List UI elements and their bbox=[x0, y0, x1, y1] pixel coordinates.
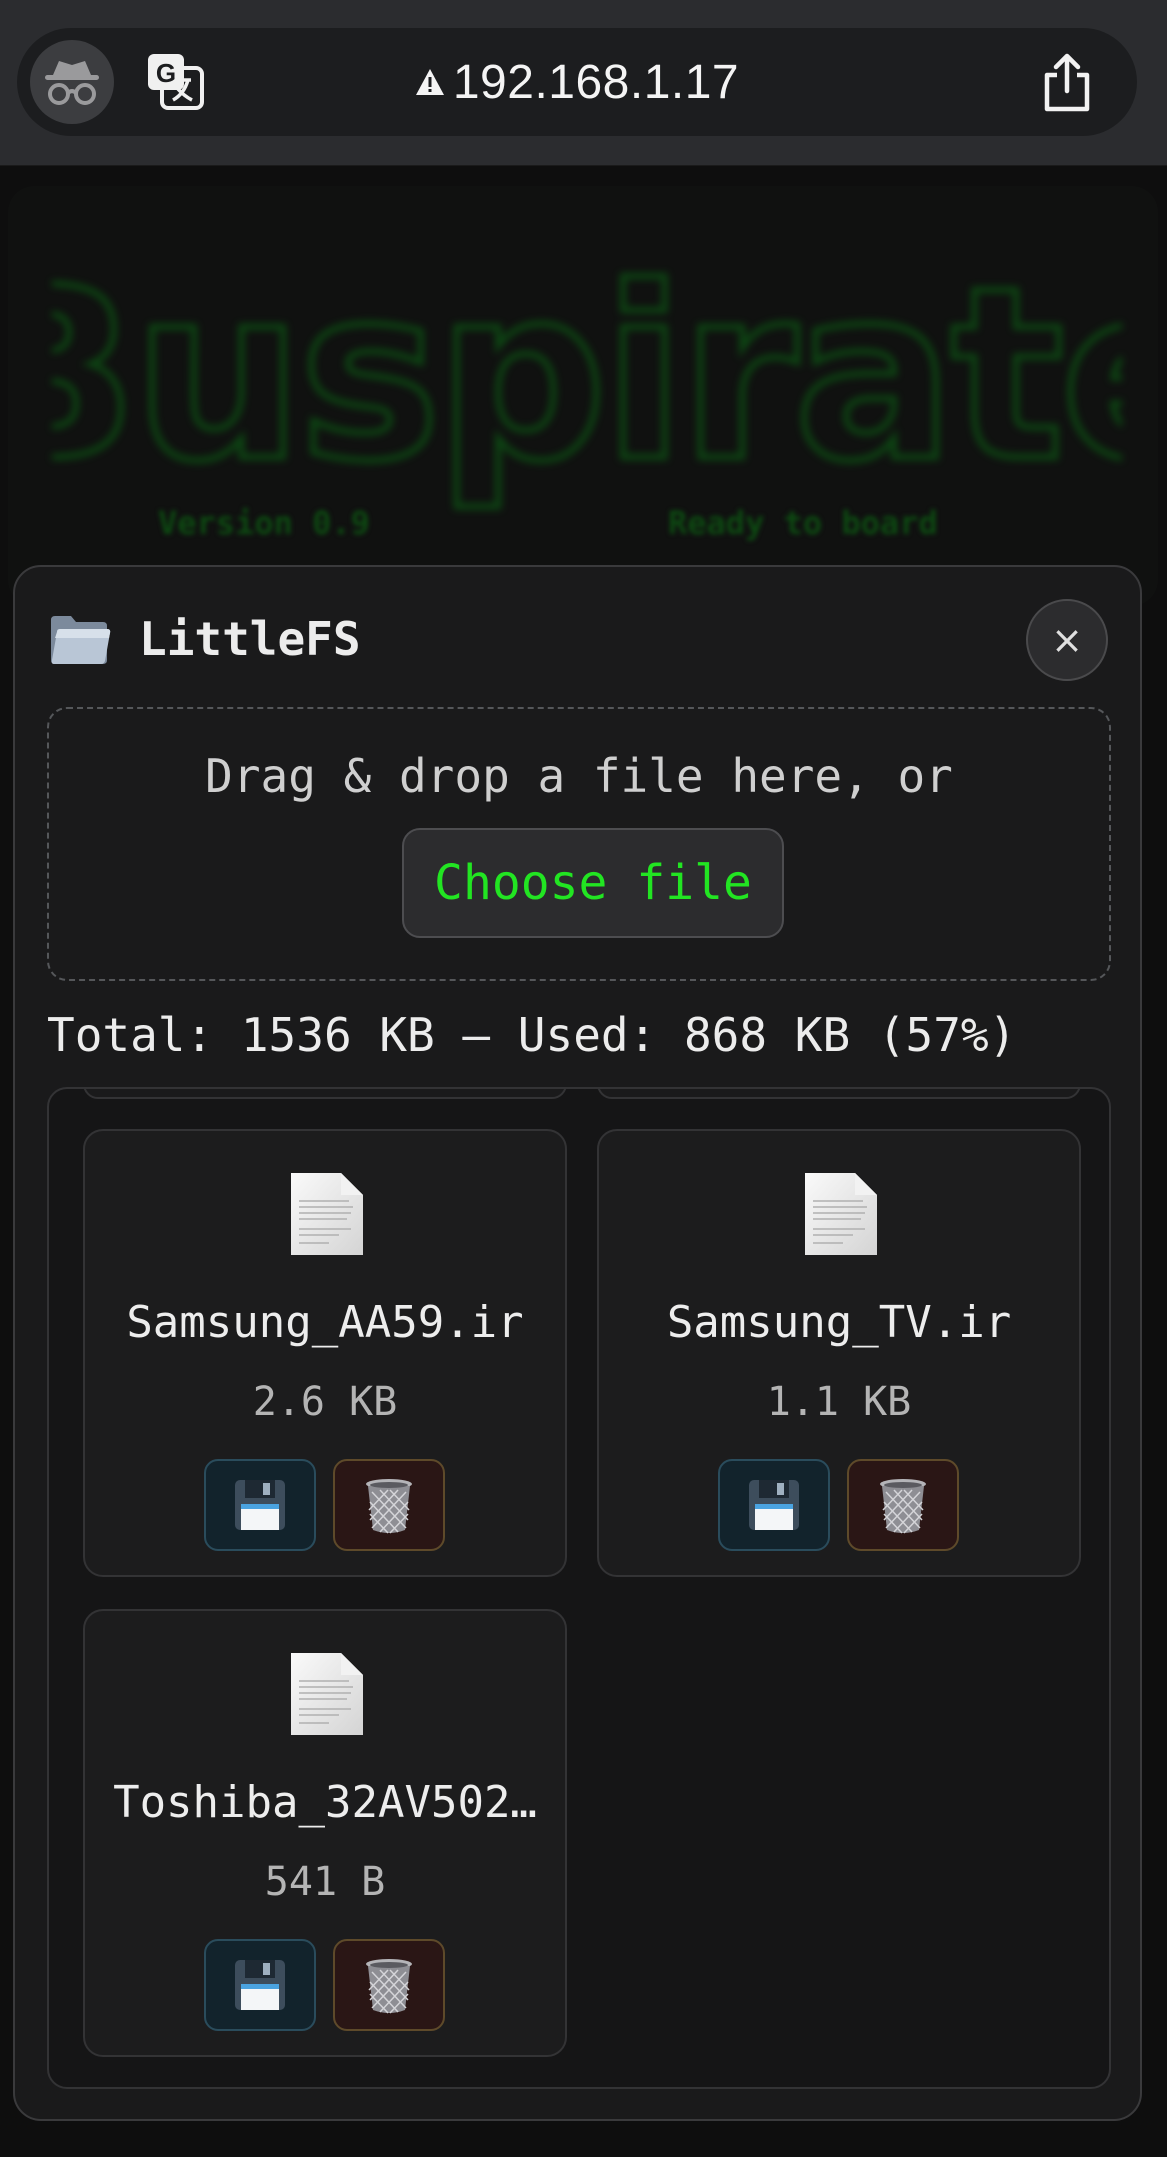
file-size: 1.1 KB bbox=[766, 1379, 912, 1425]
download-button[interactable] bbox=[204, 1939, 316, 2031]
buspirate-logo: Buspirate bbox=[52, 234, 1122, 517]
browser-toolbar: G 192.168.1.17 bbox=[0, 0, 1167, 166]
document-icon bbox=[291, 1653, 363, 1735]
file-grid[interactable]: Samsung_AA59.ir 2.6 KB Samsung_TV.ir 1.1… bbox=[47, 1087, 1111, 2089]
document-icon bbox=[805, 1173, 877, 1255]
file-name: Samsung_AA59.ir bbox=[126, 1297, 524, 1348]
file-dropzone[interactable]: Drag & drop a file here, or Choose file bbox=[47, 707, 1111, 981]
file-card: Toshiba_32AV502… 541 B bbox=[83, 1609, 567, 2057]
translate-button[interactable]: G bbox=[145, 51, 207, 113]
dialog-title: LittleFS bbox=[139, 612, 361, 666]
dropzone-text: Drag & drop a file here, or bbox=[205, 749, 953, 803]
file-card-partial bbox=[83, 1089, 567, 1099]
delete-button[interactable] bbox=[847, 1459, 959, 1551]
floppy-disk-icon bbox=[749, 1480, 799, 1530]
littlefs-dialog: LittleFS × Drag & drop a file here, or C… bbox=[13, 565, 1142, 2121]
storage-usage: Total: 1536 KB — Used: 868 KB (57%) bbox=[47, 1008, 1017, 1062]
delete-button[interactable] bbox=[333, 1459, 445, 1551]
file-size: 2.6 KB bbox=[252, 1379, 398, 1425]
share-button[interactable] bbox=[1039, 53, 1095, 113]
url-text[interactable]: 192.168.1.17 bbox=[453, 55, 739, 110]
floppy-disk-icon bbox=[235, 1960, 285, 2010]
download-button[interactable] bbox=[204, 1459, 316, 1551]
trash-icon bbox=[366, 1959, 412, 2014]
delete-button[interactable] bbox=[333, 1939, 445, 2031]
banner-status: Ready to board bbox=[668, 504, 938, 542]
file-size: 541 B bbox=[264, 1859, 386, 1905]
file-card: Samsung_TV.ir 1.1 KB bbox=[597, 1129, 1081, 1577]
warning-icon bbox=[415, 69, 444, 95]
dialog-header: LittleFS bbox=[49, 609, 361, 669]
translate-icon: G bbox=[148, 54, 204, 110]
floppy-disk-icon bbox=[235, 1480, 285, 1530]
svg-text:G: G bbox=[156, 58, 176, 88]
svg-text:Buspirate: Buspirate bbox=[52, 237, 1122, 514]
incognito-icon bbox=[45, 61, 99, 105]
file-card: Samsung_AA59.ir 2.6 KB bbox=[83, 1129, 567, 1577]
file-name: Samsung_TV.ir bbox=[666, 1297, 1012, 1348]
document-icon bbox=[291, 1173, 363, 1255]
file-card-partial bbox=[597, 1089, 1081, 1099]
buspirate-banner: Buspirate Version 0.9 Ready to board bbox=[8, 186, 1158, 606]
trash-icon bbox=[880, 1479, 926, 1534]
download-button[interactable] bbox=[718, 1459, 830, 1551]
incognito-button[interactable] bbox=[30, 40, 114, 124]
trash-icon bbox=[366, 1479, 412, 1534]
address-bar[interactable]: G 192.168.1.17 bbox=[17, 28, 1137, 136]
share-icon bbox=[1044, 53, 1090, 112]
close-button[interactable]: × bbox=[1026, 599, 1108, 681]
folder-icon bbox=[51, 616, 111, 664]
choose-file-button[interactable]: Choose file bbox=[402, 828, 784, 938]
banner-version: Version 0.9 bbox=[158, 504, 370, 542]
file-name: Toshiba_32AV502… bbox=[113, 1777, 537, 1828]
